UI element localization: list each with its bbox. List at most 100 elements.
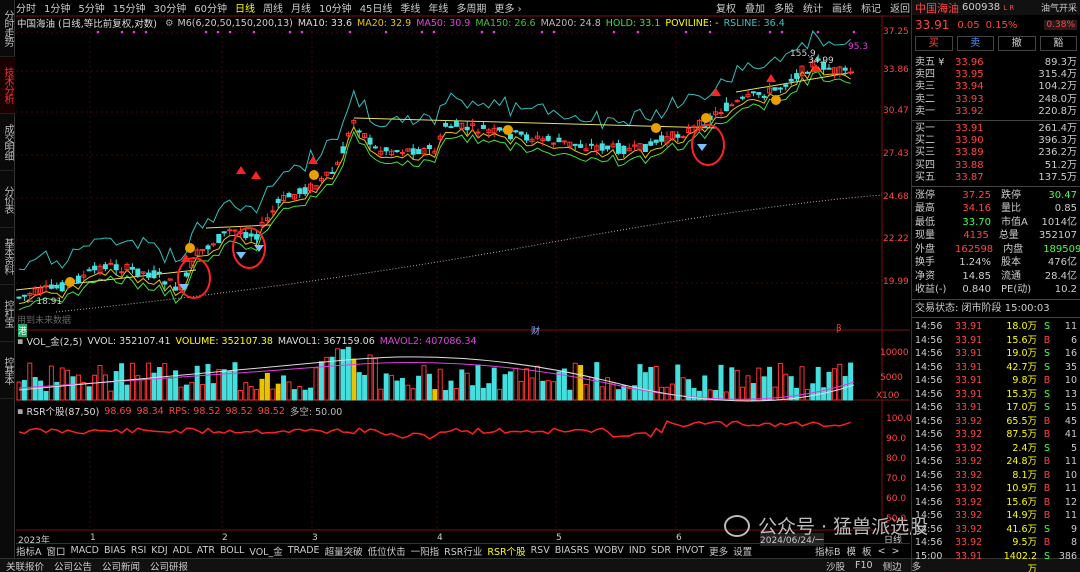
- indicator-tab[interactable]: SDR: [651, 545, 671, 556]
- tick-count: 5: [1070, 442, 1077, 454]
- tick-price: 33.91: [955, 388, 983, 400]
- volume-bar: [59, 367, 65, 401]
- indicator-tab[interactable]: 指标A: [16, 544, 42, 558]
- volume-bar: [518, 380, 524, 401]
- chart-canvas[interactable]: [16, 0, 910, 543]
- indicator-tab[interactable]: ATR: [197, 545, 215, 556]
- candle-body: [86, 269, 92, 272]
- indicator-tab[interactable]: 更多: [709, 544, 728, 558]
- indicator-tab[interactable]: VOL_金: [249, 544, 282, 558]
- price-tick: 37.25: [883, 27, 909, 37]
- trade-button[interactable]: 豁: [1039, 36, 1077, 51]
- candle-body: [372, 146, 378, 149]
- status-link[interactable]: 公司研报: [150, 559, 188, 572]
- candle-body: [453, 120, 459, 127]
- candle-body: [92, 265, 98, 271]
- indicator-b-button[interactable]: 指标B: [815, 544, 841, 558]
- volume-bar: [178, 386, 184, 401]
- collapse-icon[interactable]: ▪: [17, 336, 23, 347]
- trade-button[interactable]: 卖: [956, 36, 994, 51]
- volume-bar: [448, 380, 454, 401]
- stat-label: 换手: [915, 257, 935, 269]
- indicator-tab[interactable]: KDJ: [151, 545, 167, 556]
- status-button[interactable]: 沙股: [826, 559, 845, 572]
- status-link[interactable]: 公司新闻: [102, 559, 140, 572]
- status-button[interactable]: 侧边: [883, 559, 902, 572]
- stat-label: PE(动): [1001, 284, 1032, 296]
- left-tab[interactable]: 分时走势: [0, 0, 15, 57]
- left-tab[interactable]: 基本资料: [0, 228, 15, 285]
- indicator-b-button[interactable]: <: [878, 546, 886, 557]
- left-tab[interactable]: 控基本: [0, 342, 15, 399]
- tick-row: 14:56 33.92 9.5万 B 8: [912, 536, 1080, 550]
- left-tab[interactable]: 成交明细: [0, 114, 15, 171]
- indicator-tab[interactable]: WOBV: [594, 545, 624, 556]
- diamond-icon: [254, 245, 264, 252]
- indicator-tab[interactable]: 超量突破: [325, 544, 363, 558]
- indicator-b-button[interactable]: 板: [862, 544, 872, 558]
- indicator-tab[interactable]: PIVOT: [676, 545, 704, 556]
- trade-button[interactable]: 买: [915, 36, 953, 51]
- candle-body: [826, 67, 832, 70]
- candle-body: [480, 125, 486, 129]
- indicator-tab[interactable]: 一阳指: [411, 544, 440, 558]
- volume-bar: [756, 367, 762, 401]
- left-tab[interactable]: 技术分析: [0, 57, 15, 114]
- volume-bar: [432, 389, 438, 401]
- tick-price: 33.91: [955, 550, 983, 562]
- indicator-tab[interactable]: 低位伏击: [368, 544, 406, 558]
- indicator-tab[interactable]: RSR个股: [487, 544, 525, 558]
- indicator-tab[interactable]: IND: [629, 545, 646, 556]
- top-dot: [144, 30, 148, 34]
- candle-body: [75, 275, 81, 284]
- ma20-line: [18, 66, 851, 305]
- indicator-b-button[interactable]: 模: [847, 544, 857, 558]
- indicator-tab[interactable]: BIASRS: [555, 545, 589, 556]
- volume-bar: [259, 378, 265, 401]
- volume-bar: [583, 383, 589, 401]
- volume-bar: [421, 365, 427, 401]
- indicator-b-button[interactable]: >: [892, 546, 900, 557]
- tick-side: S: [1043, 402, 1051, 414]
- status-link[interactable]: 公司公告: [54, 559, 92, 572]
- tick-volume: 18.0万: [1006, 321, 1037, 333]
- top-dot: [816, 30, 820, 34]
- volume-bar: [497, 388, 503, 401]
- status-link[interactable]: 关联报价: [6, 559, 44, 572]
- volume-bar: [162, 363, 168, 401]
- level-label: 卖二: [915, 93, 935, 105]
- stat-label: 最高: [915, 203, 935, 215]
- rsr-collapse-icon[interactable]: ▪: [17, 406, 23, 417]
- sector-name[interactable]: 油气开采: [1041, 1, 1077, 14]
- volume-bar: [200, 384, 206, 401]
- left-tab[interactable]: 控杠宝: [0, 285, 15, 342]
- indicator-tab[interactable]: BIAS: [104, 545, 126, 556]
- indicator-tab[interactable]: 设置: [733, 544, 752, 558]
- top-dot: [480, 30, 484, 34]
- indicator-tab[interactable]: RSR行业: [444, 544, 482, 558]
- indicator-tab[interactable]: TRADE: [288, 545, 320, 556]
- volume-tick: 10000: [880, 348, 909, 358]
- volume-bar: [243, 382, 249, 401]
- diamond-icon: [236, 252, 246, 259]
- indicator-tab[interactable]: MACD: [71, 545, 99, 556]
- volume-bar: [405, 384, 411, 401]
- indicator-tab[interactable]: RSV: [531, 545, 550, 556]
- trade-button[interactable]: 撤: [998, 36, 1036, 51]
- stat-label: 市值A: [1001, 216, 1028, 228]
- tick-price: 33.91: [955, 375, 983, 387]
- indicator-tab[interactable]: BOLL: [220, 545, 244, 556]
- indicator-tab[interactable]: RSI: [131, 545, 146, 556]
- volume-bar: [113, 371, 119, 401]
- level-price: 33.94: [955, 81, 984, 93]
- indicator-tab[interactable]: 窗口: [47, 544, 66, 558]
- tick-row: 14:56 33.92 65.5万 B 45: [912, 415, 1080, 429]
- volume-bar: [545, 380, 551, 401]
- volume-bar: [653, 366, 659, 401]
- sector-pct: 0.38%: [1044, 20, 1077, 30]
- stat-row: 涨停 37.25 跌停 30.47: [912, 189, 1080, 203]
- left-tab[interactable]: 分价表: [0, 171, 15, 228]
- indicator-tab[interactable]: ADL: [173, 545, 192, 556]
- level-volume: 396.3万: [1038, 135, 1077, 147]
- status-button[interactable]: F10: [855, 560, 873, 571]
